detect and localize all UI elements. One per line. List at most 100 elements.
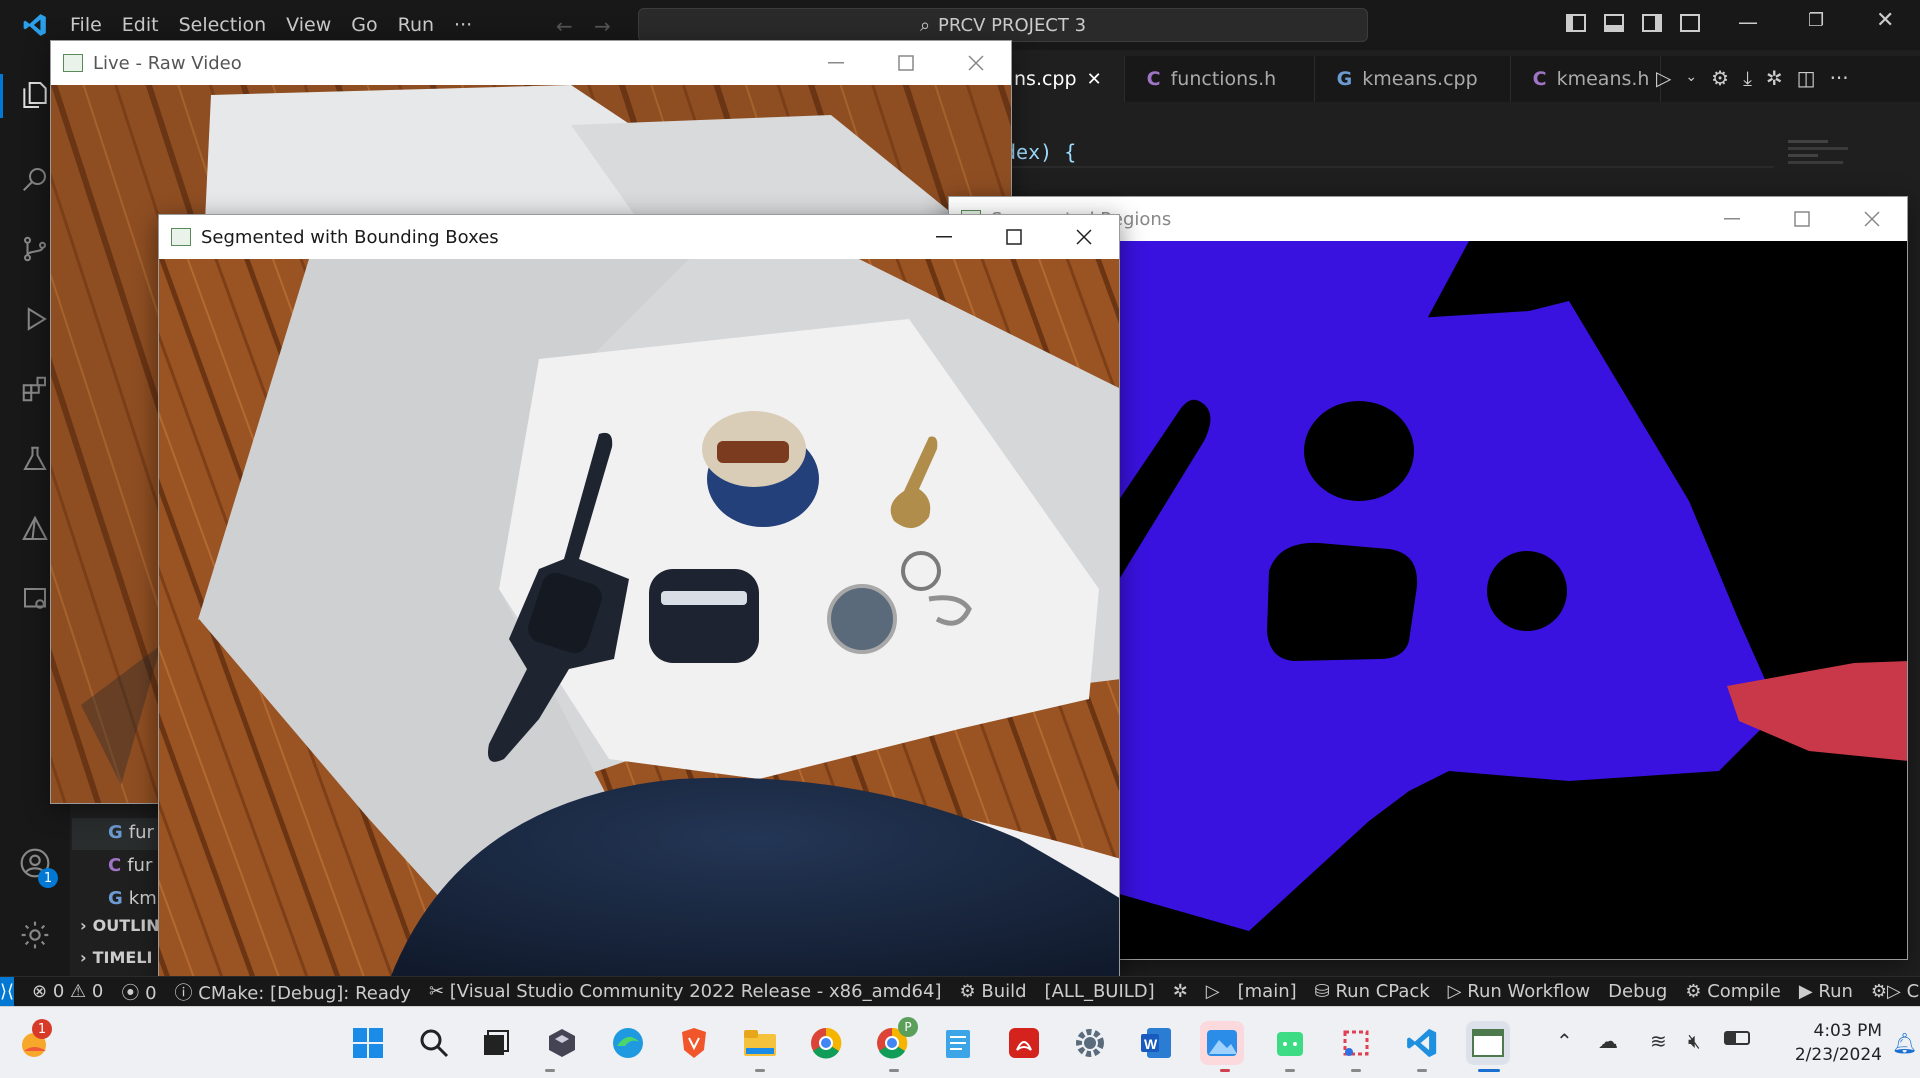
tab-kmeans-h[interactable]: Ckmeans.h — [1511, 56, 1661, 102]
install-icon[interactable]: ⤓ — [1743, 66, 1752, 90]
run-file-icon[interactable]: ▷ — [1656, 66, 1671, 90]
acrobat-reader-icon[interactable] — [1002, 1021, 1046, 1065]
menu-selection[interactable]: Selection — [179, 14, 267, 36]
customize-layout-icon[interactable] — [1680, 14, 1700, 32]
window-segmented-bounding-boxes[interactable]: Segmented with Bounding Boxes — [158, 214, 1120, 980]
taskbar-search-icon[interactable] — [412, 1021, 456, 1065]
build-button[interactable]: ⚙ Build — [960, 981, 1027, 1002]
split-editor-icon[interactable]: ◫ — [1797, 66, 1816, 90]
run-dropdown-icon[interactable]: ⌄ — [1685, 69, 1697, 90]
timeline-section[interactable]: › TIMELI — [80, 948, 152, 967]
sidebar-file-2[interactable]: Cfur — [108, 855, 152, 876]
brave-browser-icon[interactable] — [672, 1021, 716, 1065]
settings-app-icon[interactable] — [1068, 1021, 1112, 1065]
unity-hub-icon[interactable] — [540, 1021, 584, 1065]
start-windows-icon[interactable] — [346, 1021, 390, 1065]
snipping-tool-icon[interactable] — [1334, 1021, 1378, 1065]
ports-indicator[interactable]: ⦿ 0 — [121, 979, 156, 1005]
window-close-icon[interactable] — [1837, 197, 1907, 241]
c-file-icon: C — [1146, 68, 1161, 90]
status-bar: ⟩⟨ ⊗ 0 ⚠ 0 ⦿ 0 ⓘ CMake: [Debug]: Ready ✂… — [0, 976, 1920, 1006]
restore-icon[interactable]: ❐ — [1808, 10, 1824, 31]
menu-edit[interactable]: Edit — [122, 14, 159, 36]
tab-functions-h[interactable]: Cfunctions.h — [1125, 56, 1315, 102]
onedrive-icon[interactable]: ☁ — [1598, 1029, 1618, 1053]
menu-more[interactable]: ··· — [454, 14, 472, 36]
svg-text:W: W — [1144, 1036, 1158, 1052]
menu-file[interactable]: File — [70, 14, 102, 36]
airpods-case — [649, 569, 759, 663]
clock-time: 4:03 PM — [1813, 1021, 1883, 1041]
outline-section[interactable]: › OUTLIN — [80, 916, 160, 935]
menu-run[interactable]: Run — [398, 14, 434, 36]
window-close-icon[interactable] — [941, 41, 1011, 85]
build-target[interactable]: [ALL_BUILD] — [1045, 981, 1155, 1002]
editor-more-icon[interactable]: ··· — [1830, 66, 1849, 90]
show-hidden-icons-icon[interactable]: ⌃ — [1556, 1029, 1573, 1053]
run-cpack-button[interactable]: ⛁ Run CPack — [1315, 981, 1430, 1002]
window-maximize-icon[interactable] — [1767, 197, 1837, 241]
back-arrow-icon[interactable]: ← — [556, 14, 573, 38]
sidebar-file-3[interactable]: Gkm — [108, 888, 157, 909]
menu-view[interactable]: View — [286, 14, 331, 36]
code-fragment: dex) { — [1004, 140, 1077, 164]
branch-indicator[interactable]: [main] — [1238, 981, 1297, 1002]
cmake-kit[interactable]: ✂ [Visual Studio Community 2022 Release … — [429, 981, 942, 1002]
vscode-taskbar-icon[interactable] — [1400, 1021, 1444, 1065]
run-workflow-button[interactable]: ▷ Run Workflow — [1448, 981, 1590, 1002]
window-maximize-icon[interactable] — [871, 41, 941, 85]
window-minimize-icon[interactable] — [909, 215, 979, 259]
launch-icon[interactable]: ▷ — [1206, 981, 1220, 1002]
tab-functions-cpp[interactable]: ns.cpp ✕ — [994, 56, 1125, 102]
compile-button[interactable]: ⚙ Compile — [1685, 981, 1780, 1002]
tab-kmeans-cpp[interactable]: Gkmeans.cpp — [1315, 56, 1511, 102]
notepad-icon[interactable] — [936, 1021, 980, 1065]
edge-browser-icon[interactable] — [606, 1021, 650, 1065]
chrome-browser-icon[interactable] — [804, 1021, 848, 1065]
window-minimize-icon[interactable] — [1697, 197, 1767, 241]
window-close-icon[interactable] — [1049, 215, 1119, 259]
settings-gear-icon[interactable] — [14, 914, 56, 956]
problems-indicator[interactable]: ⊗ 0 ⚠ 0 — [32, 981, 103, 1002]
active-indicator — [0, 74, 3, 118]
search-icon: ⌕ — [919, 14, 931, 36]
sidebar-file-1[interactable]: Gfur — [108, 822, 154, 843]
window-titlebar[interactable]: Segmented with Bounding Boxes — [159, 215, 1119, 259]
word-icon[interactable]: W — [1134, 1021, 1178, 1065]
notification-bell-icon[interactable]: 🔔︎ — [1892, 1031, 1917, 1055]
volume-muted-icon[interactable]: 🔇︎ — [1688, 1029, 1701, 1053]
file-explorer-icon[interactable] — [738, 1021, 782, 1065]
photos-app-icon[interactable] — [1200, 1021, 1244, 1065]
wifi-icon[interactable]: ≋ — [1650, 1029, 1667, 1053]
minimize-icon[interactable]: — — [1738, 10, 1758, 34]
task-view-icon[interactable] — [474, 1021, 518, 1065]
opencv-window-taskbar-icon[interactable] — [1466, 1021, 1510, 1065]
android-studio-icon[interactable] — [1268, 1021, 1312, 1065]
forward-arrow-icon[interactable]: → — [594, 14, 611, 38]
remote-indicator-icon[interactable]: ⟩⟨ — [0, 977, 15, 1006]
debug-bug-icon[interactable]: ✲ — [1173, 981, 1188, 1002]
window-titlebar[interactable]: Live - Raw Video — [51, 41, 1011, 85]
workspace-title: PRCV PROJECT 3 — [938, 14, 1087, 36]
battery-icon[interactable] — [1724, 1031, 1750, 1045]
toggle-sidebar-icon[interactable] — [1566, 14, 1586, 32]
close-icon[interactable]: ✕ — [1876, 8, 1894, 33]
cmake-status[interactable]: ⓘ CMake: [Debug]: Ready — [175, 979, 411, 1005]
toggle-secondary-sidebar-icon[interactable] — [1642, 14, 1662, 32]
command-center-search[interactable]: ⌕ PRCV PROJECT 3 — [638, 8, 1368, 42]
window-maximize-icon[interactable] — [979, 215, 1049, 259]
debug-icon[interactable]: ✲ — [1766, 66, 1783, 90]
window-minimize-icon[interactable] — [801, 41, 871, 85]
cmake-settings-icon[interactable]: ⚙ — [1711, 66, 1729, 90]
more-status-button[interactable]: ⚙▷ Co — [1871, 981, 1920, 1002]
clock-date: 2/23/2024 — [1794, 1045, 1882, 1065]
menu-go[interactable]: Go — [351, 14, 377, 36]
segmented-boxes-frame — [159, 259, 1119, 979]
hole-airpods-case — [1267, 542, 1418, 661]
clock[interactable]: 4:03 PM 2/23/2024 — [1772, 1019, 1882, 1067]
toggle-panel-icon[interactable] — [1604, 14, 1624, 32]
tab-close-icon[interactable]: ✕ — [1087, 69, 1102, 90]
debug-button[interactable]: Debug — [1608, 981, 1667, 1002]
minimap[interactable] — [1788, 136, 1858, 196]
run-button[interactable]: ▶ Run — [1799, 981, 1853, 1002]
